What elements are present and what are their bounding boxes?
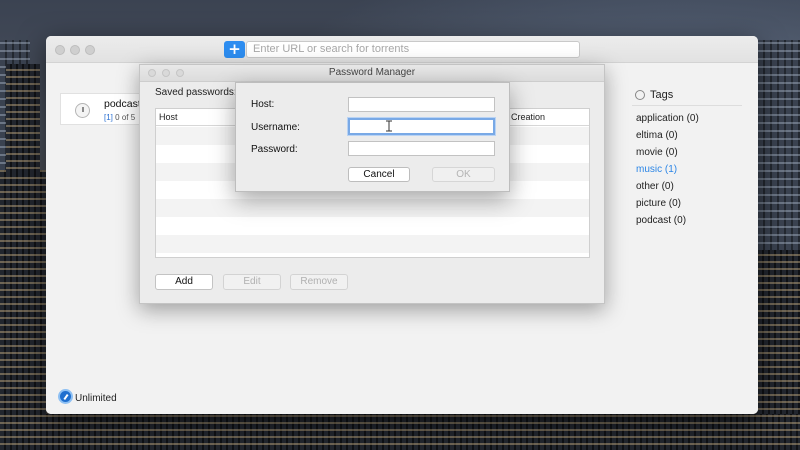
column-host[interactable]: Host — [159, 112, 178, 122]
tag-item-application[interactable]: application (0) — [636, 113, 699, 124]
torrent-progress: [1] 0 of 5 — [104, 113, 135, 122]
edit-password-button[interactable]: Edit — [223, 274, 281, 290]
host-input[interactable] — [348, 97, 495, 112]
tag-item-podcast[interactable]: podcast (0) — [636, 215, 686, 226]
speed-mode-label[interactable]: Unlimited — [75, 393, 117, 404]
password-label: Password: — [251, 144, 298, 155]
tag-item-eltima[interactable]: eltima (0) — [636, 130, 678, 141]
column-creation[interactable]: Creation — [511, 112, 545, 122]
speed-gauge-icon[interactable] — [58, 389, 73, 404]
tag-item-movie[interactable]: movie (0) — [636, 147, 678, 158]
tags-radio-icon[interactable] — [635, 90, 645, 100]
tags-header: Tags — [632, 88, 742, 106]
tag-item-picture[interactable]: picture (0) — [636, 198, 681, 209]
username-label: Username: — [251, 122, 300, 133]
add-torrent-button[interactable]: + — [224, 41, 245, 58]
host-label: Host: — [251, 99, 275, 110]
zoom-window-button[interactable] — [85, 45, 95, 55]
cancel-button[interactable]: Cancel — [348, 167, 410, 182]
minimize-window-button[interactable] — [70, 45, 80, 55]
add-password-button[interactable]: Add — [155, 274, 213, 290]
title-bar: + Enter URL or search for torrents — [46, 36, 758, 63]
password-manager-titlebar: Password Manager — [140, 65, 604, 82]
saved-passwords-label: Saved passwords: — [155, 87, 237, 98]
tag-item-music[interactable]: music (1) — [636, 164, 677, 175]
torrent-name: podcast — [104, 98, 141, 110]
tag-item-other[interactable]: other (0) — [636, 181, 674, 192]
ok-button[interactable]: OK — [432, 167, 495, 182]
password-input[interactable] — [348, 141, 495, 156]
building — [6, 64, 40, 174]
url-search-input[interactable]: Enter URL or search for torrents — [246, 41, 580, 58]
tags-panel: Tags application (0) eltima (0) movie (0… — [632, 88, 742, 226]
building — [0, 170, 46, 450]
pause-icon[interactable]: II — [75, 103, 90, 118]
torrent-index: [1] — [104, 113, 113, 122]
remove-password-button[interactable]: Remove — [290, 274, 348, 290]
tags-title: Tags — [650, 89, 674, 101]
username-input[interactable] — [348, 118, 495, 135]
city-skyline — [0, 414, 800, 450]
close-window-button[interactable] — [55, 45, 65, 55]
password-manager-title: Password Manager — [328, 67, 416, 78]
torrent-progress-text: 0 of 5 — [115, 113, 136, 122]
add-credentials-dialog: Host: Username: Password: Cancel OK — [235, 82, 510, 192]
